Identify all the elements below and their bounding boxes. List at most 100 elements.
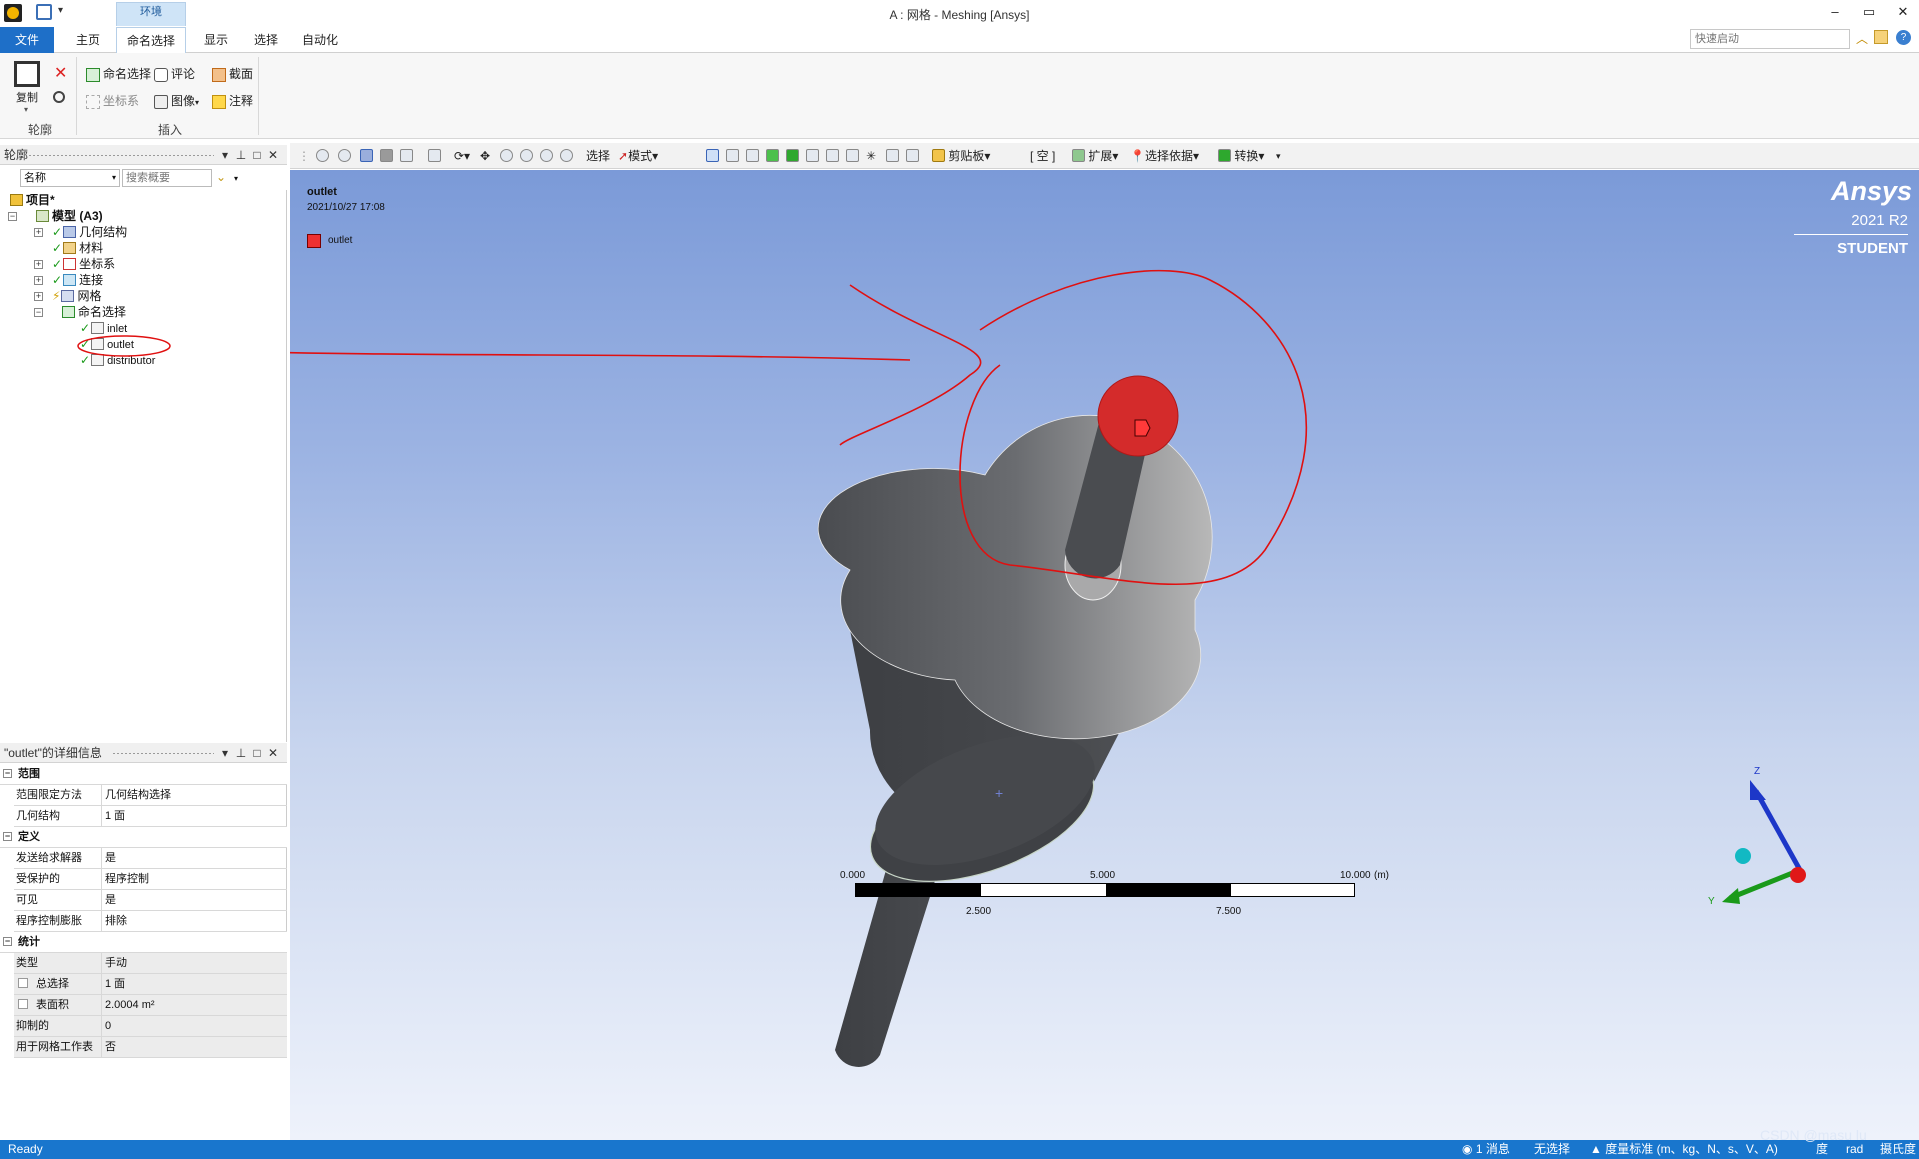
clipboard-button[interactable]: 剪贴板▾ — [932, 148, 990, 164]
details-row[interactable]: 可见是 — [14, 890, 287, 911]
filter-expand-icon[interactable]: ⌄ — [216, 170, 226, 184]
collapse-ribbon-icon[interactable]: ︿ — [1856, 30, 1868, 47]
search-icon[interactable] — [53, 91, 65, 103]
details-row[interactable]: 总选择 1 面 — [14, 974, 287, 995]
copy-dropdown-icon[interactable]: ▾ — [24, 105, 28, 114]
zoom-out-icon[interactable] — [338, 148, 351, 164]
select-point-icon[interactable] — [706, 148, 719, 164]
panel-menu-icon[interactable]: ▾ — [218, 145, 232, 165]
collapse-icon[interactable]: − — [3, 832, 12, 841]
help-icon[interactable]: ? — [1896, 30, 1911, 45]
details-row[interactable]: 发送给求解器是 — [14, 848, 287, 869]
copy-icon[interactable] — [14, 61, 40, 87]
messages-indicator[interactable]: ◉ 1 消息 — [1462, 1140, 1510, 1159]
details-category-statistics[interactable]: − 统计 — [0, 932, 287, 953]
select-body-icon[interactable] — [786, 148, 799, 164]
details-row[interactable]: 表面积 2.0004 m² — [14, 995, 287, 1016]
pin-icon[interactable]: ⊥ — [234, 145, 248, 165]
maximize-panel-icon[interactable]: □ — [250, 145, 264, 165]
details-value[interactable]: 是 — [102, 890, 116, 910]
collapse-icon[interactable]: − — [3, 937, 12, 946]
extend-button[interactable]: 扩展▾ — [1072, 148, 1118, 164]
annotation-button[interactable]: 注释 — [212, 90, 253, 112]
maximize-panel-icon[interactable]: □ — [250, 743, 264, 763]
solid-view-icon[interactable] — [380, 148, 393, 164]
details-value[interactable]: 程序控制 — [102, 869, 149, 889]
label-icon[interactable] — [906, 148, 919, 164]
coordinate-system-button[interactable]: 坐标系 — [86, 90, 139, 112]
tab-select[interactable]: 选择 — [246, 27, 286, 53]
details-row[interactable]: 抑制的 0 — [14, 1016, 287, 1037]
show-vertices-icon[interactable] — [428, 148, 441, 164]
collapse-icon[interactable]: − — [3, 769, 12, 778]
details-row[interactable]: 受保护的 程序控制 — [14, 869, 287, 890]
pin-icon[interactable]: ⊥ — [234, 743, 248, 763]
select-element-icon[interactable] — [826, 148, 839, 164]
outlet-face[interactable] — [1097, 375, 1179, 457]
select-button[interactable]: 选择 — [586, 148, 610, 164]
tab-automation[interactable]: 自动化 — [296, 27, 344, 53]
pan-icon[interactable]: ✥ — [480, 148, 490, 164]
close-panel-icon[interactable]: ✕ — [266, 145, 280, 165]
details-category-scope[interactable]: − 范围 — [0, 764, 287, 785]
parameter-checkbox[interactable] — [18, 978, 28, 988]
zoom-in-icon[interactable] — [316, 148, 329, 164]
model-3d-view[interactable]: + — [290, 170, 1919, 1140]
panel-menu-icon[interactable]: ▾ — [218, 743, 232, 763]
select-face-icon[interactable] — [766, 148, 779, 164]
restore-button[interactable]: ▭ — [1858, 4, 1880, 22]
zoom-box-icon[interactable] — [520, 148, 533, 164]
tab-named-selection[interactable]: 命名选择 — [116, 27, 186, 53]
zoom-fit-icon[interactable] — [540, 148, 553, 164]
units-indicator[interactable]: ▲ 度量标准 (m、kg、N、s、V、A) — [1590, 1140, 1778, 1159]
details-row[interactable]: 几何结构 1 面 — [14, 806, 287, 827]
notes-icon[interactable] — [1874, 30, 1888, 44]
comment-button[interactable]: 评论 — [154, 63, 195, 85]
magnifier-icon[interactable] — [560, 148, 573, 164]
section-button[interactable]: 截面 — [212, 63, 253, 85]
tab-file[interactable]: 文件 — [0, 27, 54, 53]
shaded-view-icon[interactable] — [360, 148, 373, 164]
parameter-checkbox[interactable] — [18, 999, 28, 1009]
select-node-icon[interactable] — [846, 148, 859, 164]
wireframe-view-icon[interactable] — [400, 148, 413, 164]
details-row[interactable]: 类型 手动 — [14, 953, 287, 974]
scatter-select-icon[interactable]: ✳ — [866, 148, 876, 164]
minimize-button[interactable]: – — [1824, 4, 1846, 22]
hint-icon[interactable] — [886, 148, 899, 164]
rotate-icon[interactable]: ⟳▾ — [454, 148, 470, 164]
filter-type-select[interactable]: 名称 ▾ — [20, 169, 120, 187]
toolbar-overflow-icon[interactable]: ▾ — [1276, 148, 1281, 164]
tab-display[interactable]: 显示 — [196, 27, 236, 53]
select-mode-button[interactable]: ➚模式▾ — [618, 148, 658, 164]
details-row[interactable]: 程序控制膨胀 排除 — [14, 911, 287, 932]
select-edge-icon[interactable] — [746, 148, 759, 164]
zoom-icon[interactable] — [500, 148, 513, 164]
select-element-face-icon[interactable] — [806, 148, 819, 164]
close-panel-icon[interactable]: ✕ — [266, 743, 280, 763]
filter-menu-icon[interactable]: ▾ — [234, 174, 238, 183]
convert-button[interactable]: 转换▾ — [1218, 148, 1264, 164]
details-row[interactable]: 用于网格工作表否 — [14, 1037, 287, 1058]
graphics-viewport[interactable]: outlet 2021/10/27 17:08 outlet Ansys 202… — [290, 170, 1919, 1140]
image-button[interactable]: 图像▾ — [154, 90, 199, 112]
details-value[interactable]: 几何结构选择 — [102, 785, 171, 805]
select-vertex-icon[interactable] — [726, 148, 739, 164]
quick-launch-search[interactable] — [1690, 29, 1850, 49]
details-value[interactable]: 1 面 — [102, 806, 125, 826]
details-value[interactable]: 排除 — [102, 911, 127, 931]
details-value[interactable]: 是 — [102, 848, 116, 868]
quick-launch-input[interactable] — [1691, 30, 1847, 48]
panel-grip[interactable] — [112, 752, 214, 755]
tab-home[interactable]: 主页 — [66, 27, 110, 53]
toolbar-grip[interactable]: ⋮ — [298, 148, 310, 164]
close-button[interactable]: ✕ — [1892, 4, 1914, 22]
select-by-button[interactable]: 📍选择依据▾ — [1130, 148, 1199, 164]
delete-icon[interactable]: ✕ — [54, 63, 67, 83]
outline-search-input[interactable] — [122, 169, 212, 187]
temperature-unit[interactable]: 摄氏度 — [1880, 1140, 1916, 1159]
details-row[interactable]: 范围限定方法 几何结构选择 — [14, 785, 287, 806]
panel-grip[interactable] — [28, 154, 214, 157]
details-category-definition[interactable]: − 定义 — [0, 827, 287, 848]
triad-iso-ball[interactable] — [1735, 848, 1751, 864]
